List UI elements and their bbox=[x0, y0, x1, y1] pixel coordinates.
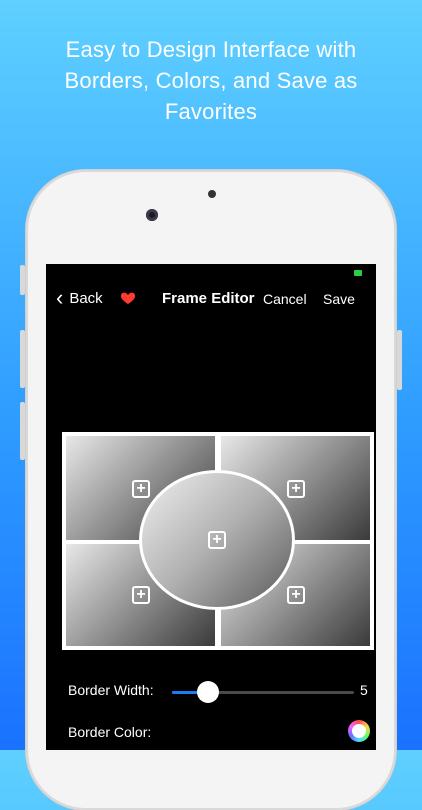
battery-icon bbox=[354, 270, 362, 276]
caption-line-2: Borders, Colors, and Save as bbox=[64, 68, 358, 93]
border-width-value: 5 bbox=[360, 682, 368, 698]
cancel-button[interactable]: Cancel bbox=[263, 291, 307, 307]
volume-up-button bbox=[20, 330, 25, 388]
app-screen: ‹ Back Frame Editor Cancel Save + + + + … bbox=[46, 264, 376, 750]
slider-thumb[interactable] bbox=[197, 681, 220, 703]
border-width-label: Border Width: bbox=[68, 682, 154, 698]
border-width-slider[interactable] bbox=[172, 681, 354, 703]
border-color-label: Border Color: bbox=[68, 724, 152, 740]
plus-icon[interactable]: + bbox=[287, 586, 305, 604]
page-title: Frame Editor bbox=[162, 290, 255, 307]
back-label: Back bbox=[69, 289, 103, 307]
plus-icon[interactable]: + bbox=[287, 480, 305, 498]
power-button bbox=[397, 330, 402, 390]
promo-caption: Easy to Design Interface with Borders, C… bbox=[0, 34, 422, 127]
plus-icon[interactable]: + bbox=[132, 480, 150, 498]
plus-icon[interactable]: + bbox=[208, 531, 226, 549]
caption-line-1: Easy to Design Interface with bbox=[65, 37, 357, 62]
border-width-row: Border Width: 5 bbox=[68, 678, 368, 703]
back-button[interactable]: ‹ Back bbox=[56, 285, 103, 310]
color-picker-icon[interactable] bbox=[348, 720, 370, 742]
border-color-row: Border Color: bbox=[68, 720, 370, 744]
heart-icon[interactable] bbox=[120, 290, 136, 306]
caption-line-3: Favorites bbox=[164, 99, 258, 124]
volume-down-button bbox=[20, 402, 25, 460]
save-button[interactable]: Save bbox=[323, 291, 355, 307]
plus-icon[interactable]: + bbox=[132, 586, 150, 604]
mute-switch bbox=[20, 265, 25, 295]
frame-cell-center-ellipse[interactable]: + bbox=[139, 470, 295, 610]
speaker bbox=[208, 190, 216, 198]
frame-canvas: + + + + + bbox=[62, 432, 374, 650]
navigation-bar: ‹ Back Frame Editor Cancel Save bbox=[46, 286, 376, 316]
chevron-left-icon: ‹ bbox=[56, 285, 64, 310]
front-camera bbox=[146, 209, 158, 221]
